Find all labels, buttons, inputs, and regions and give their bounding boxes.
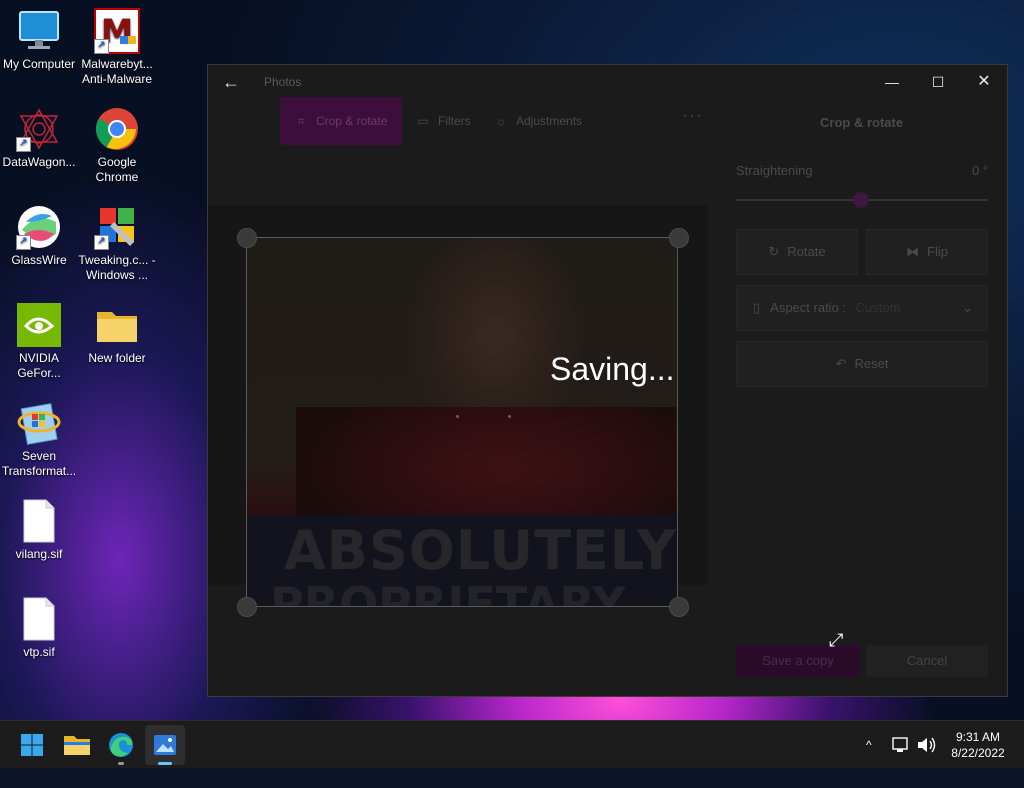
desktop-icon-label: vilang.sif (15, 547, 63, 561)
desktop-icon-label: New folder (88, 351, 146, 365)
crop-handle-bottom-right[interactable] (669, 597, 689, 617)
rotate-icon: ↻ (768, 244, 780, 259)
folder-icon (94, 302, 140, 348)
desktop-icon-vtp-sif[interactable]: vtp.sif (0, 596, 78, 660)
flip-label: Flip (927, 244, 948, 259)
crop-handle-top-right[interactable] (669, 228, 689, 248)
back-arrow-icon[interactable]: ← (220, 71, 242, 93)
saving-status: Saving... (550, 351, 675, 387)
rotate-label: Rotate (787, 244, 826, 259)
tray-overflow-chevron-icon[interactable]: ^ (866, 721, 872, 769)
clock-time: 9:31 AM (955, 730, 1001, 744)
taskbar-file-explorer[interactable] (57, 725, 97, 765)
desktop-icon-label: vtp.sif (23, 645, 55, 659)
taskbar: ^ 9:31 AM 8/22/2022 (0, 720, 1024, 768)
desktop-icon-label: DataWagon... (2, 155, 76, 169)
clock-date: 8/22/2022 (951, 746, 1005, 760)
reset-button[interactable]: ↶ Reset (736, 341, 988, 387)
desktop-icon-datawagon[interactable]: ↗ DataWagon... (0, 106, 78, 170)
photos-icon (154, 735, 176, 755)
aspect-ratio-value: Custom (855, 300, 901, 315)
flip-button[interactable]: ⧓ Flip (866, 229, 988, 275)
crop-handle-bottom-left[interactable] (237, 597, 257, 617)
maximize-button[interactable]: ☐ (915, 65, 961, 99)
cancel-button[interactable]: Cancel (866, 645, 988, 677)
flip-icon: ⧓ (906, 244, 920, 259)
photos-window: ← Photos — ☐ ✕ ⌗ Crop & rotate ▭ Filters ☼… (207, 64, 1008, 697)
active-indicator (158, 762, 172, 765)
edge-icon (109, 733, 133, 757)
chrome-icon (94, 106, 140, 152)
aspect-ratio-dropdown[interactable]: ▯ Aspect ratio : Custom ⌄ (736, 285, 988, 331)
desktop-icon-label: Seven Transformat... (1, 449, 77, 478)
desktop-icon-vilang-sif[interactable]: vilang.sif (0, 498, 78, 562)
monitor-icon (16, 8, 62, 54)
desktop-icon-malwarebytes[interactable]: M ↗ Malwarebyt... Anti-Malware (78, 8, 156, 87)
taskbar-photos[interactable] (145, 725, 185, 765)
straightening-value: 0 ° (972, 163, 989, 178)
crop-frame[interactable] (246, 237, 678, 607)
shortcut-arrow-icon: ↗ (16, 235, 31, 250)
resize-cursor-icon: ⤢ (829, 630, 844, 650)
network-icon[interactable] (892, 721, 910, 769)
desktop-icon-glasswire[interactable]: ↗ GlassWire (0, 204, 78, 268)
tweaking-icon: ↗ (94, 204, 140, 250)
taskbar-clock[interactable]: 9:31 AM 8/22/2022 (944, 729, 1012, 761)
seven-transformation-icon (16, 400, 62, 446)
shortcut-arrow-icon: ↗ (94, 235, 109, 250)
datawagon-icon: ↗ (16, 106, 62, 152)
tab-label: Filters (438, 114, 471, 128)
taskbar-edge[interactable] (101, 725, 141, 765)
shortcut-arrow-icon: ↗ (16, 137, 31, 152)
desktop-icon-seven-transformation[interactable]: Seven Transformat... (0, 400, 78, 479)
crop-icon: ⌗ (297, 114, 305, 128)
malwarebytes-icon: M ↗ (94, 8, 140, 54)
rotate-button[interactable]: ↻ Rotate (736, 229, 858, 275)
start-button[interactable] (12, 725, 52, 765)
aspect-ratio-icon: ▯ (753, 300, 761, 315)
tab-label: Adjustments (516, 114, 583, 128)
desktop-icon-nvidia[interactable]: NVIDIA GeFor... (0, 302, 78, 381)
desktop-icon-label: NVIDIA GeFor... (17, 351, 61, 380)
minimize-button[interactable]: — (869, 65, 915, 99)
running-indicator (118, 762, 124, 765)
folder-icon (64, 736, 90, 755)
desktop-icon-new-folder[interactable]: New folder (78, 302, 156, 366)
desktop-icon-label: Tweaking.c... - Windows ... (78, 253, 156, 282)
adjustments-icon: ☼ (495, 114, 507, 128)
crop-handle-top-left[interactable] (237, 228, 257, 248)
windows-logo-icon (21, 734, 43, 756)
aspect-ratio-label: Aspect ratio : (770, 300, 847, 315)
more-options-icon[interactable]: ··· (682, 107, 704, 125)
panel-title: Crop & rotate (820, 115, 904, 130)
file-icon (16, 498, 62, 544)
desktop-icon-label: My Computer (2, 57, 76, 71)
tab-label: Crop & rotate (316, 114, 388, 128)
desktop-icon-label: Google Chrome (95, 155, 139, 184)
file-icon (16, 596, 62, 642)
glasswire-icon: ↗ (16, 204, 62, 250)
nvidia-icon (16, 302, 62, 348)
title-bar[interactable]: ← Photos — ☐ ✕ (208, 65, 1007, 99)
desktop-icon-tweaking[interactable]: ↗ Tweaking.c... - Windows ... (78, 204, 156, 283)
window-title: Photos (264, 75, 302, 89)
chevron-down-icon: ⌄ (962, 300, 973, 315)
straightening-label: Straightening (736, 163, 813, 178)
reset-label: Reset (854, 356, 889, 371)
tab-adjustments[interactable]: ☼ Adjustments (494, 97, 583, 145)
tab-filters[interactable]: ▭ Filters (416, 97, 471, 145)
volume-icon[interactable] (916, 721, 936, 769)
desktop-icon-label: Malwarebyt... Anti-Malware (81, 57, 153, 86)
shortcut-arrow-icon: ↗ (94, 39, 109, 54)
desktop-icon-my-computer[interactable]: My Computer (0, 8, 78, 72)
straightening-slider-thumb[interactable] (853, 192, 869, 208)
undo-icon: ↶ (835, 356, 847, 371)
filters-icon: ▭ (417, 114, 429, 128)
desktop-icon-label: GlassWire (11, 253, 67, 267)
close-button[interactable]: ✕ (961, 65, 1007, 99)
desktop-icon-google-chrome[interactable]: Google Chrome (78, 106, 156, 185)
tab-crop-rotate[interactable]: ⌗ Crop & rotate (280, 97, 402, 145)
